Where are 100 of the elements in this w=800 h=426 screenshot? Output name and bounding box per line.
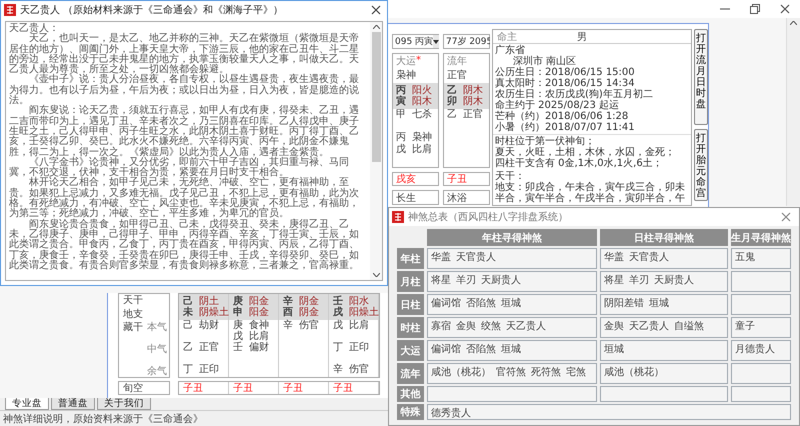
column-header: 生月寻得神煞 xyxy=(731,229,791,246)
stem-text: 戊 xyxy=(233,331,243,342)
shensha-text: 将星 xyxy=(431,274,451,287)
element-text: 阴木 xyxy=(463,96,483,107)
row-label: 年柱 xyxy=(397,248,424,269)
life-stage-text: 长生 xyxy=(396,192,417,204)
tab[interactable]: 专业盘 xyxy=(5,398,49,410)
stem-text: 乙 xyxy=(447,109,457,120)
stem-text: 戊 xyxy=(396,144,406,155)
stem-text: 辛 xyxy=(283,296,293,307)
table-cell xyxy=(731,363,791,384)
tab[interactable]: 普通盘 xyxy=(51,398,95,410)
shensha-text: 天乙贵人 xyxy=(506,320,546,333)
shensha-text: 偏词馆 xyxy=(431,342,461,356)
info-line: 真太阳时：2018/06/15 14:34 xyxy=(495,78,635,89)
shensha-text: 垣城 xyxy=(501,296,521,310)
tab[interactable]: 关于我们 xyxy=(97,398,151,410)
shensha-text: 天官贵人 xyxy=(456,250,496,264)
shensha-text: 天乙贵人 xyxy=(629,320,669,333)
element-text: 阳金 xyxy=(249,307,269,318)
branch-text: 申 xyxy=(233,307,243,318)
shensha-text: 宅煞 xyxy=(566,366,586,379)
paragraph: 阎东叟论贵合贵食，如甲得己丑、己未，戊得癸丑、癸未，庚得乙丑、乙未，乙得庚子、庚申，己得甲子、甲申，丙得辛酉、辛亥，丁得壬寅、壬辰，如此类谓之贵合。甲食丙，乙食丁，丙丁贵在酉亥，甲得丙寅、丙辰，乙得丁酉、丁亥，庚食壬，辛食癸，壬癸贵在卯巳，庚得壬申、壬戌，辛得癸卯、癸巳，如此类谓之贵食。有贵合则官多荣显，有贵食则禄多称意，三者兼之，官高禄重。 xyxy=(9,220,360,272)
shensha-text: 月德贵人 xyxy=(735,342,775,356)
shensha-text: 羊刃 xyxy=(456,274,476,287)
ten-god-text: 偏财 xyxy=(249,342,269,353)
branch-text: 未 xyxy=(183,307,193,318)
row-label: 余气 xyxy=(147,365,167,378)
scroll-up-icon[interactable] xyxy=(372,25,380,29)
required-mark: * xyxy=(416,55,421,66)
element-text: 阳木 xyxy=(412,96,432,107)
scrollbar[interactable] xyxy=(370,22,382,280)
table-cell xyxy=(731,271,791,292)
stem-text: 己 xyxy=(183,296,193,307)
branch-text: 戌 xyxy=(333,307,343,318)
vertical-button[interactable]: 打开流月日时盘 xyxy=(694,29,708,125)
info-line: 时柱位于第一伏神旬； xyxy=(495,136,595,147)
ten-god-text: 正官 xyxy=(463,109,483,120)
stem-text: 丁 xyxy=(333,342,343,353)
paragraph: 阎东叟说：论天乙贵，须就五行喜忌，如甲人有戊有庚，得癸未、乙丑，遇二吉而带印为上，遇见丁丑、辛未者次之，乃三阴喜在印库。乙人得戊申、庚子生旺之土，己人得甲申、丙子生旺之水，此阴木阴土喜于财旺。丙丁得丁酉、乙亥，壬癸得乙卯、癸巳。此水火不嫌死绝。六辛得丙寅、丙午，此阴金不嫌鬼胜，得二为上，得一次之。《紫虚局》以此为贵人入庙，遇者主金紫贵。 xyxy=(9,106,360,158)
stem-text: 丁 xyxy=(183,364,193,375)
stem-text: 乙 xyxy=(183,342,193,353)
ten-god-text: 正官 xyxy=(199,342,219,353)
ten-god-text: 正官 xyxy=(447,68,468,82)
info-line: 夏天，火旺，土相，木休，水囚，金死； xyxy=(495,147,676,158)
scroll-down-icon[interactable] xyxy=(372,273,380,277)
void-branches-text: 子丑 xyxy=(233,382,254,395)
info-line: 天干： xyxy=(495,171,526,182)
close-icon[interactable] xyxy=(371,5,381,15)
stem-text: 甲 xyxy=(396,109,406,120)
row-label: 旬空 xyxy=(123,382,144,395)
status-text: 神煞详细说明，原始资料来源于《三命通会》 xyxy=(3,412,203,426)
shensha-text: 五鬼 xyxy=(735,251,755,264)
row-label: 天干 xyxy=(123,294,144,307)
shensha-text: 华盖 xyxy=(604,250,624,264)
shensha-text: 垣城 xyxy=(649,296,669,310)
stem-text: 壬 xyxy=(333,296,343,307)
ten-god-text: 正印 xyxy=(349,342,369,353)
scrollbar[interactable] xyxy=(786,18,800,206)
column-header: 日柱寻得神煞 xyxy=(600,229,728,246)
window-title: 神煞总表（西风四柱八字排盘系统） xyxy=(408,210,569,224)
info-line: 地支：卯戌合，午未合，寅午戌三合，卯未 xyxy=(495,182,686,193)
row-label: 时柱 xyxy=(397,317,424,338)
stem-text: 丙 xyxy=(396,132,406,143)
stem-text: 庚 xyxy=(233,320,243,331)
stem-text: 己 xyxy=(183,320,193,331)
shensha-text: 垣城 xyxy=(501,342,521,356)
close-icon[interactable] xyxy=(780,4,790,14)
shensha-text: 天厨贵人 xyxy=(481,274,521,287)
element-text: 阳火 xyxy=(412,85,432,96)
scroll-up-icon[interactable] xyxy=(790,21,797,25)
info-line: 公历生日：2018/06/15 15:00 xyxy=(495,67,636,78)
caret-icon xyxy=(433,40,440,44)
stem-text: 辛 xyxy=(333,364,343,375)
ten-god-text: 劫财 xyxy=(199,320,219,331)
gender-text: 男 xyxy=(577,30,587,44)
restore-icon[interactable] xyxy=(750,4,760,14)
shensha-text: 自缢煞 xyxy=(674,320,704,333)
branch-text: 酉 xyxy=(283,307,293,318)
stem-text: 丙 xyxy=(396,85,406,96)
column-header: 流年 xyxy=(447,54,467,68)
shensha-text: 死符煞 xyxy=(531,366,561,379)
table-cell xyxy=(731,386,791,402)
vertical-button[interactable]: 打开胎元命宫 xyxy=(694,129,708,201)
shensha-text: 将星 xyxy=(604,274,624,287)
column-header: 大运 xyxy=(396,54,416,68)
element-text: 阴金 xyxy=(299,307,319,318)
ten-god-text: 伤官 xyxy=(349,364,369,375)
shensha-text: 阴阳差错 xyxy=(604,297,644,310)
ten-god-text: 枭神 xyxy=(396,68,417,82)
stem-text: 庚 xyxy=(233,296,243,307)
ten-god-text: 枭神 xyxy=(412,132,432,143)
shensha-text: 德秀贵人 xyxy=(431,406,471,420)
element-text: 阴燥土 xyxy=(199,307,229,318)
year-select[interactable]: 095 丙寅 xyxy=(392,34,439,49)
paragraph: 林开论天乙相合，如甲子见己未，无死绝、冲破、空亡，更有福神助，至贵。如果犯上忌减力，又多难无福。戊子见己丑，不犯上忌，更有福助，此为次格。有死绝减力，有冲破、空亡，风尘吏也。辛未见庚寅，不犯上忌，有福助，为第三等；死绝减力，冲破、空亡，平生多难，为卑冗的官员。 xyxy=(9,178,360,220)
branch-text: 寅 xyxy=(396,96,406,107)
shensha-text: 金舆 xyxy=(456,320,476,333)
row-label: 大运 xyxy=(397,340,424,361)
ten-god-text: 食神 xyxy=(249,320,269,331)
